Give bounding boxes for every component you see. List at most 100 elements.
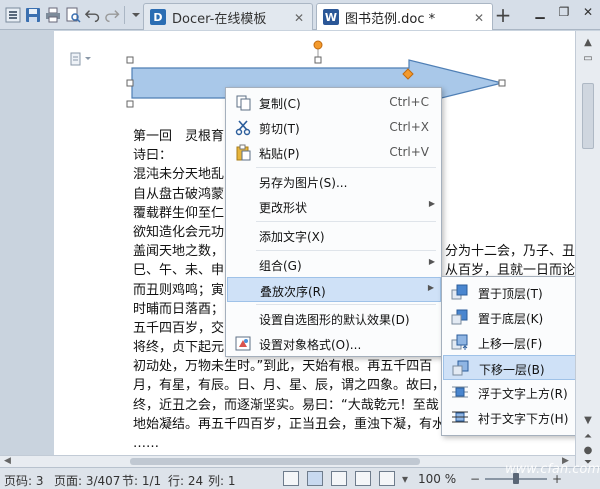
menu-item-label: 复制(C) xyxy=(259,97,301,111)
close-icon[interactable]: ✕ xyxy=(294,11,304,25)
full-screen-icon[interactable] xyxy=(283,471,299,486)
menu-item-copy[interactable]: 复制(C) Ctrl+C xyxy=(227,90,441,115)
watermark: www.cfan.com.cn xyxy=(505,462,600,477)
close-window-icon[interactable]: ✕ xyxy=(576,0,600,24)
menu-divider xyxy=(256,221,436,222)
paste-icon xyxy=(236,144,251,161)
docer-logo-icon: D xyxy=(150,9,166,25)
text-line: 分为十二会，乃子、丑、 xyxy=(445,244,589,259)
submenu-item-in-front-of-text[interactable]: 浮于文字上方(R) xyxy=(443,380,594,405)
tab-label: Docer-在线模板 xyxy=(172,11,267,27)
read-mode-icon[interactable] xyxy=(379,471,395,486)
page-layout-icon[interactable] xyxy=(70,52,96,66)
menu-item-paste[interactable]: 粘贴(P) Ctrl+V xyxy=(227,140,441,165)
close-icon[interactable]: ✕ xyxy=(474,11,484,25)
scroll-down-icon[interactable]: ▼ xyxy=(580,413,596,427)
scroll-left-icon[interactable]: ◀ xyxy=(4,456,11,466)
menu-item-label: 粘贴(P) xyxy=(259,147,300,161)
tab-document[interactable]: W 图书范例.doc * ✕ xyxy=(316,3,493,30)
left-gutter xyxy=(0,31,54,467)
submenu-item-bring-forward[interactable]: 上移一层(F) xyxy=(443,330,594,355)
text-line: 月，有星，有辰。日、月、星、辰，谓之四象。故曰， xyxy=(133,378,446,394)
behind-text-icon xyxy=(452,411,468,423)
submenu-item-label: 衬于文字下方(H) xyxy=(478,412,569,426)
print-icon[interactable] xyxy=(44,6,62,24)
status-row: 行: 24 xyxy=(168,474,204,488)
menu-item-shortcut: Ctrl+X xyxy=(389,120,429,134)
menu-item-label: 组合(G) xyxy=(259,259,302,273)
outline-view-icon[interactable] xyxy=(331,471,347,486)
print-preview-icon[interactable] xyxy=(64,6,82,24)
submenu-item-label: 下移一层(B) xyxy=(479,363,545,377)
menu-item-add-text[interactable]: 添加文字(X) xyxy=(227,223,441,248)
toolbar-divider xyxy=(124,6,125,24)
submenu-item-behind-text[interactable]: 衬于文字下方(H) xyxy=(443,405,594,430)
format-object-icon xyxy=(235,336,251,351)
menu-item-shortcut: Ctrl+V xyxy=(389,145,429,159)
page-view-icon[interactable] xyxy=(307,471,323,486)
send-backward-icon xyxy=(452,360,469,376)
tab-label: 图书范例.doc * xyxy=(345,11,436,27)
menu-item-shortcut: Ctrl+C xyxy=(389,95,429,109)
zoom-level[interactable]: 100 % xyxy=(418,472,456,486)
menu-item-label: 添加文字(X) xyxy=(259,230,325,244)
in-front-of-text-icon xyxy=(452,386,468,398)
zoom-dropdown-icon[interactable]: ▾ xyxy=(402,472,408,486)
menu-divider xyxy=(256,250,436,251)
zoom-out-icon[interactable]: − xyxy=(470,472,480,486)
submenu-item-bring-to-front[interactable]: 置于顶层(T) xyxy=(443,280,594,305)
menu-item-order[interactable]: 叠放次序(R) ▶ xyxy=(227,277,441,302)
submenu-item-send-backward[interactable]: 下移一层(B) xyxy=(443,355,594,380)
document-text-right: 分为十二会，乃子、丑、 从百岁，且就一日而论 xyxy=(445,242,588,280)
menu-item-label: 设置对象格式(O)... xyxy=(259,338,362,352)
submenu-arrow-icon: ▶ xyxy=(428,199,435,208)
window-controls: ▁ ❐ ✕ xyxy=(528,0,600,24)
copy-icon xyxy=(236,95,251,111)
redo-icon[interactable] xyxy=(104,6,122,24)
scroll-up-icon[interactable]: ▲ xyxy=(580,35,596,49)
text-line: 终，近丑之会，而逐渐坚实。易曰：“大哉乾元！至哉 xyxy=(133,397,439,413)
ruler-toggle-icon[interactable]: ▭ xyxy=(580,51,596,65)
save-icon[interactable] xyxy=(24,6,42,24)
order-submenu: 置于顶层(T) 置于底层(K) 上移一层(F) 下移一层(B) 浮于文字上方(R… xyxy=(441,276,595,436)
scrollbar-thumb[interactable] xyxy=(582,83,594,149)
menu-item-label: 设置自选图形的默认效果(D) xyxy=(259,313,410,327)
menu-item-label: 更改形状 xyxy=(259,201,308,215)
wps-menu-icon[interactable] xyxy=(4,6,22,24)
menu-item-save-as-picture[interactable]: 另存为图片(S)... xyxy=(227,169,441,194)
web-view-icon[interactable] xyxy=(355,471,371,486)
menu-divider xyxy=(256,304,436,305)
tab-docer-templates[interactable]: D Docer-在线模板 ✕ xyxy=(143,3,313,30)
status-section: 节: 1/1 xyxy=(122,474,162,488)
undo-icon[interactable] xyxy=(84,6,102,24)
menu-item-change-shape[interactable]: 更改形状 ▶ xyxy=(227,194,441,219)
vertical-scrollbar[interactable]: ▲ ▭ ▼ ⏶ ● ⏷ xyxy=(575,31,600,468)
menu-item-cut[interactable]: 剪切(T) Ctrl+X xyxy=(227,115,441,140)
minimize-icon[interactable]: ▁ xyxy=(528,0,552,24)
restore-icon[interactable]: ❐ xyxy=(552,0,576,24)
scissors-icon xyxy=(235,120,251,136)
menu-item-label: 叠放次序(R) xyxy=(260,285,326,299)
previous-page-icon[interactable]: ⏶ xyxy=(580,429,596,443)
submenu-item-send-to-back[interactable]: 置于底层(K) xyxy=(443,305,594,330)
menu-item-label: 另存为图片(S)... xyxy=(259,176,348,190)
menu-item-group[interactable]: 组合(G) ▶ xyxy=(227,252,441,277)
menu-item-format-object[interactable]: 设置对象格式(O)... xyxy=(227,331,441,356)
title-bar: D Docer-在线模板 ✕ W 图书范例.doc * ✕ + ▁ ❐ ✕ xyxy=(0,0,600,30)
context-menu: 复制(C) Ctrl+C 剪切(T) Ctrl+X 粘贴(P) Ctrl+V 另… xyxy=(225,87,442,357)
new-tab-button[interactable]: + xyxy=(492,3,514,27)
menu-item-set-default-effect[interactable]: 设置自选图形的默认效果(D) xyxy=(227,306,441,331)
menu-divider xyxy=(256,167,436,168)
send-to-back-icon xyxy=(451,309,468,325)
submenu-arrow-icon: ▶ xyxy=(428,257,435,266)
bring-to-front-icon xyxy=(451,284,468,300)
text-line: 地始凝结。再五千四百岁，正当丑会，重浊下凝，有水 xyxy=(133,416,446,432)
submenu-item-label: 浮于文字上方(R) xyxy=(478,387,568,401)
scrollbar-thumb[interactable] xyxy=(130,458,420,465)
writer-logo-icon: W xyxy=(323,9,339,25)
submenu-item-label: 置于顶层(T) xyxy=(478,287,543,301)
text-line: …… xyxy=(133,436,159,451)
horizontal-scrollbar[interactable]: ◀ ▶ xyxy=(0,455,575,467)
status-page: 页面: 3/407 xyxy=(54,474,121,488)
text-line: 初动处，万物未生时。”到此，天始有根。再五千四百 xyxy=(133,359,433,375)
